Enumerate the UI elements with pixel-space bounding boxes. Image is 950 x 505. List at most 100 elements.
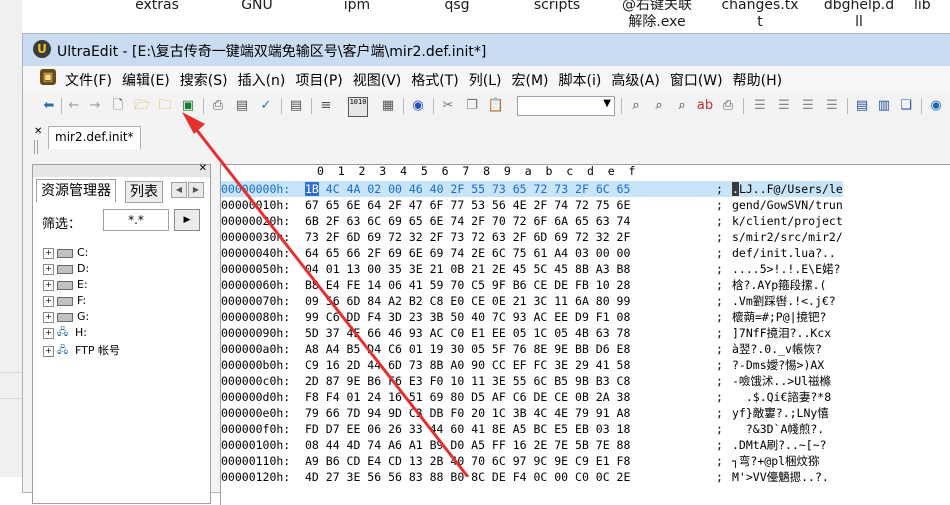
hex-row[interactable]: 000000c0h: 2D 87 9E B6 F6 E3 F0 10 11 3E … <box>221 373 831 389</box>
expand-icon[interactable]: + <box>43 263 54 275</box>
hex-row[interactable]: 00000100h: 08 44 4D 74 A6 A1 B9 D0 A5 FF … <box>221 437 827 453</box>
hex-row[interactable]: 00000080h: 99 C6 DD F4 3D 23 3B 50 40 7C … <box>221 309 826 325</box>
hex-bytes[interactable]: 99 C6 DD F4 3D 23 3B 50 40 7C 93 AC EE D… <box>305 309 716 325</box>
ascii-text[interactable]: .$.Qi€諮妻?*8 <box>732 389 831 405</box>
ascii-text[interactable]: ┐弯?+@pl梱炆猕 <box>732 453 820 469</box>
menu-macro[interactable]: 宏(M) <box>511 70 548 90</box>
tab-mir2-def-init[interactable]: mir2.def.init* <box>48 126 141 149</box>
paste-icon[interactable]: 📋 <box>487 97 505 115</box>
hex-row[interactable]: 00000090h: 5D 37 4E 66 46 93 AC C0 E1 EE … <box>221 325 831 341</box>
tab-explorer[interactable]: 资源管理器 <box>36 179 116 202</box>
drive-item[interactable]: + D: <box>43 262 89 278</box>
ascii-text[interactable]: 梒?.AYp箍段摞.( <box>732 277 826 293</box>
desktop-item[interactable]: GNU <box>222 0 292 14</box>
tab-list[interactable]: 列表 <box>125 181 163 203</box>
expand-icon[interactable]: + <box>43 345 54 357</box>
menu-file[interactable]: 文件(F) <box>65 70 112 90</box>
properties-icon[interactable]: ▦ <box>379 97 397 115</box>
word-wrap-icon[interactable]: ≡ <box>317 97 335 115</box>
hex-row[interactable]: 00000040h: 64 65 66 2F 69 6E 69 74 2E 6C … <box>221 245 836 261</box>
forward-arrow-icon[interactable]: → <box>86 97 104 115</box>
hex-row[interactable]: 000000a0h: A8 A4 B5 D4 C6 01 19 30 05 5F … <box>221 341 822 357</box>
expand-icon[interactable]: + <box>43 247 54 259</box>
ascii-text[interactable]: yf}敵寠?.;LNy憘 <box>732 405 829 421</box>
expand-icon[interactable]: + <box>43 311 54 323</box>
menu-script[interactable]: 脚本(i) <box>559 70 602 90</box>
hex-row[interactable]: 00000030h: 73 2F 6D 69 72 32 2F 73 72 63 … <box>221 229 843 245</box>
save-icon[interactable]: ▣ <box>179 97 197 115</box>
print-preview-icon[interactable]: ▤ <box>233 97 251 115</box>
hex-editor[interactable]: 0 1 2 3 4 5 6 7 8 9 a b c d e f 00000000… <box>220 164 950 505</box>
cut-icon[interactable]: ✂ <box>439 97 457 115</box>
print-icon[interactable]: ⎙ <box>209 97 227 115</box>
find-next-icon[interactable]: ⌕ <box>650 97 668 115</box>
menu-format[interactable]: 格式(T) <box>411 70 458 90</box>
ascii-text[interactable]: .DMtA刷?..~[~? <box>732 437 827 453</box>
hex-bytes[interactable]: 09 56 6D 84 A2 B2 C8 E0 CE 0E 21 3C 11 6… <box>305 293 716 309</box>
ascii-text[interactable]: def/init.lua?.. <box>732 245 836 261</box>
hex-bytes[interactable]: 04 01 13 00 35 3E 21 0B 21 2E 45 5C 45 8… <box>305 261 716 277</box>
align-left-icon[interactable]: ☰ <box>751 97 769 115</box>
hex-bytes[interactable]: 67 65 6E 64 2F 47 6F 77 53 56 4E 2F 74 7… <box>305 197 716 213</box>
import-icon[interactable]: ⬅ <box>40 97 58 115</box>
hex-row[interactable]: 000000e0h: 79 66 7D 94 9D C3 DB F0 20 1C … <box>221 405 829 421</box>
document-menu-icon[interactable]: ▣ <box>40 69 56 85</box>
desktop-item[interactable]: lib <box>914 0 950 14</box>
desktop-item[interactable]: ipm <box>322 0 392 14</box>
drive-item[interactable]: + 🖧 H: <box>43 326 87 342</box>
hex-bytes[interactable]: 64 65 66 2F 69 6E 69 74 2E 6C 75 61 A4 0… <box>305 245 716 261</box>
hex-row[interactable]: 000000f0h: FD D7 EE 06 26 33 44 60 41 8E … <box>221 421 824 437</box>
expand-icon[interactable]: + <box>43 295 54 307</box>
find-icon[interactable]: ⌕ <box>627 97 645 115</box>
back-arrow-icon[interactable]: ← <box>65 97 83 115</box>
drive-item[interactable]: + F: <box>43 294 86 310</box>
hex-row[interactable]: 00000110h: A9 B6 CD E4 CD 13 2B 40 70 6C … <box>221 453 820 469</box>
ascii-text[interactable]: .Vm劉踩辔.!<.j€? <box>732 293 836 309</box>
drive-item[interactable]: + 🖧 FTP 帐号 <box>43 342 120 358</box>
ascii-text[interactable]: -噞饿沭..>Ul禌樤 <box>732 373 831 389</box>
ascii-text[interactable]: gend/GowSVN/trun <box>732 197 843 213</box>
toolbar-combo[interactable]: ▼ <box>517 96 615 116</box>
document-icon[interactable]: ▤ <box>287 97 305 115</box>
hex-bytes[interactable]: A9 B6 CD E4 CD 13 2B 40 70 6C 97 9C 9E C… <box>305 453 716 469</box>
filter-input[interactable]: *.* <box>103 209 169 231</box>
close-icon[interactable]: ✕ <box>34 127 42 137</box>
hex-row[interactable]: 00000060h: B8 E4 FE 14 06 41 59 70 C5 9F … <box>221 277 826 293</box>
expand-icon[interactable]: + <box>43 327 54 339</box>
title-bar[interactable]: U UltraEdit - [E:\复古传奇一键端双端免输区号\客户端\mir2… <box>23 34 950 66</box>
ascii-text[interactable]: ?&3D`A帴煎?. <box>732 421 824 437</box>
desktop-item[interactable]: dbghelp.d ll <box>812 0 906 31</box>
find-prev-icon[interactable]: ⌕ <box>673 97 691 115</box>
hex-row[interactable]: 000000b0h: C9 16 2D 44 6D 73 8B A0 90 CC … <box>221 357 824 373</box>
hex-bytes[interactable]: 79 66 7D 94 9D C3 DB F0 20 1C 3B 4C 4E 7… <box>305 405 716 421</box>
printer-icon[interactable]: ⎙ <box>719 97 737 115</box>
ascii-text[interactable]: ....5>!.!.E\E婼? <box>732 261 840 277</box>
ascii-text[interactable]: ?-Dms嬡?惕>)AX <box>732 357 824 373</box>
align-center-icon[interactable]: ☰ <box>775 97 793 115</box>
hex-bytes[interactable]: B8 E4 FE 14 06 41 59 70 C5 9F B6 CE DE F… <box>305 277 716 293</box>
copy-icon[interactable]: ❐ <box>463 97 481 115</box>
filter-apply-button[interactable]: ▶ <box>174 209 200 231</box>
menu-search[interactable]: 搜索(S) <box>180 70 228 90</box>
drive-item[interactable]: + E: <box>43 278 88 294</box>
hex-row[interactable]: 00000070h: 09 56 6D 84 A2 B2 C8 E0 CE 0E … <box>221 293 836 309</box>
drive-item[interactable]: + G: <box>43 310 89 326</box>
hex-bytes[interactable]: C9 16 2D 44 6D 73 8B A0 90 CC EF FC 3E 2… <box>305 357 716 373</box>
spell-check-icon[interactable]: ✓ <box>257 97 275 115</box>
hex-row[interactable]: 00000120h: 4D 27 3E 56 56 83 88 B0 8C DE … <box>221 469 829 485</box>
ascii-text[interactable]: k/client/project <box>732 213 843 229</box>
hex-bytes[interactable]: FD D7 EE 06 26 33 44 60 41 8E A5 BC E5 E… <box>305 421 716 437</box>
open-recent-folder-icon[interactable]: 🗀 <box>156 97 174 115</box>
hex-bytes[interactable]: 6B 2F 63 6C 69 65 6E 74 2F 70 72 6F 6A 6… <box>305 213 716 229</box>
ascii-text[interactable]: M'>VV儓魉摁..?. <box>732 469 829 485</box>
menu-edit[interactable]: 编辑(E) <box>122 70 170 90</box>
desktop-item[interactable]: scripts <box>522 0 592 14</box>
menu-view[interactable]: 视图(V) <box>353 70 402 90</box>
split-horizontal-icon[interactable]: ▤ <box>853 97 871 115</box>
desktop-item[interactable]: qsg <box>422 0 492 14</box>
open-folder-icon[interactable]: 🗁 <box>133 97 151 115</box>
globe-icon[interactable]: ◉ <box>927 97 945 115</box>
hex-bytes[interactable]: F8 F4 01 24 16 51 69 80 D5 AF C6 DE CE 0… <box>305 389 716 405</box>
menu-project[interactable]: 项目(P) <box>295 70 342 90</box>
align-right-icon[interactable]: ☰ <box>799 97 817 115</box>
